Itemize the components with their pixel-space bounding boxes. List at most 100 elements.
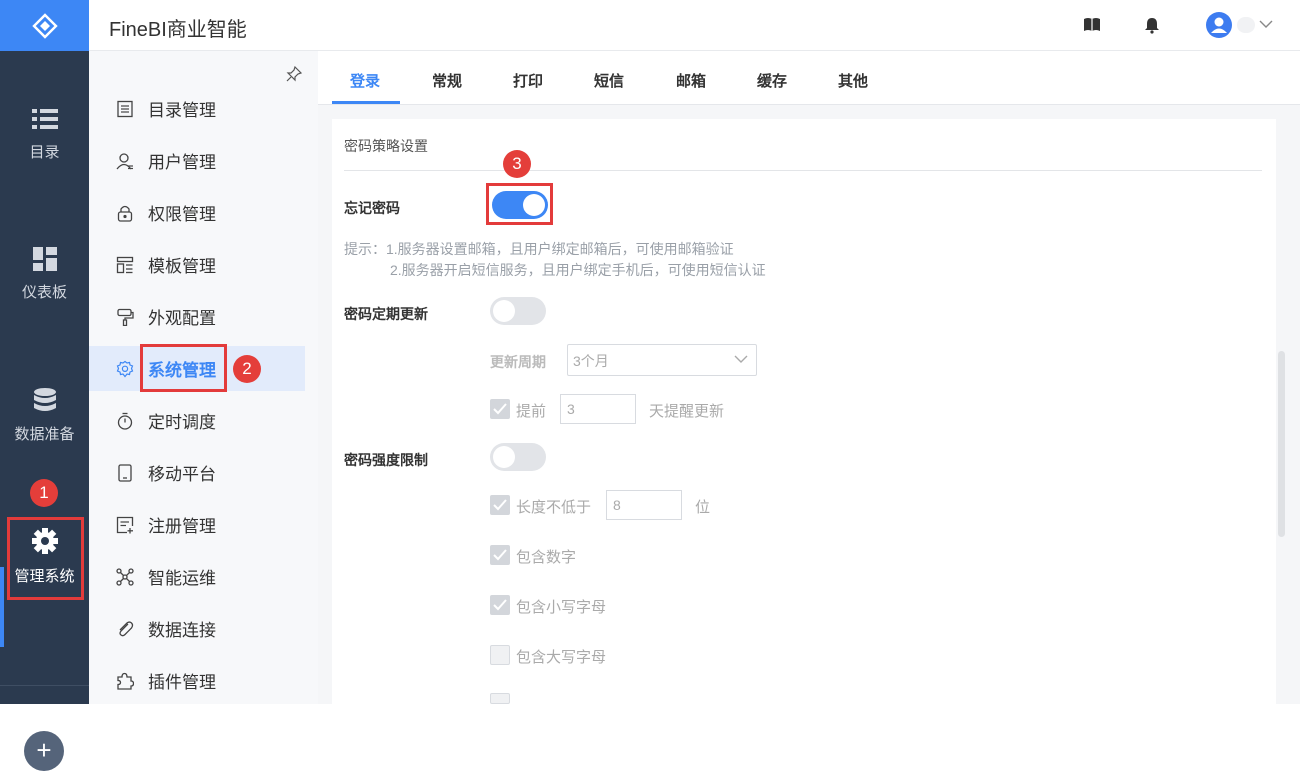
rule-lowercase-label: 包含小写字母	[516, 599, 607, 616]
tab-sms[interactable]: 短信	[594, 70, 624, 91]
highlight-box-system	[140, 344, 227, 392]
rule-uppercase-checkbox[interactable]	[490, 645, 510, 665]
scrollbar-thumb[interactable]	[1278, 351, 1285, 537]
tab-bar: 登录 常规 打印 短信 邮箱 缓存 其他	[318, 51, 1300, 105]
main-content: 登录 常规 打印 短信 邮箱 缓存 其他 密码策略设置 忘记密码 提示：1.服务…	[318, 51, 1300, 704]
nav-item-templates[interactable]: 模板管理	[89, 242, 305, 287]
add-button[interactable]: +	[24, 731, 64, 771]
check-icon	[493, 599, 507, 611]
check-icon	[493, 549, 507, 561]
nav-item-registration[interactable]: 注册管理	[89, 502, 305, 547]
highlight-box-toggle	[486, 183, 553, 225]
rail-item-catalog[interactable]: 目录	[0, 107, 89, 162]
list-icon	[31, 109, 58, 129]
update-cycle-value: 3个月	[573, 353, 609, 369]
nav-item-mobile[interactable]: 移动平台	[89, 450, 305, 495]
nav-item-label: 移动平台	[148, 465, 216, 484]
app-title: FineBI商业智能	[109, 19, 247, 41]
nav-item-ops[interactable]: 智能运维	[89, 554, 305, 599]
nav-item-permissions[interactable]: 权限管理	[89, 190, 305, 235]
remind-prefix: 提前	[516, 403, 547, 420]
step-badge-3: 3	[503, 150, 531, 178]
periodic-update-toggle[interactable]	[490, 297, 546, 325]
check-icon	[493, 403, 507, 415]
tab-cache[interactable]: 缓存	[757, 70, 787, 91]
tablet-icon	[115, 463, 135, 483]
nav-item-label: 数据连接	[148, 621, 216, 640]
nav-item-label: 权限管理	[148, 205, 216, 224]
register-icon	[115, 515, 135, 535]
user-icon	[1211, 17, 1227, 33]
template-icon	[115, 255, 135, 275]
rail-item-dashboard[interactable]: 仪表板	[0, 247, 89, 302]
remind-checkbox[interactable]	[490, 399, 510, 419]
step-badge-2: 2	[233, 355, 261, 383]
nav-item-label: 定时调度	[148, 413, 216, 432]
update-cycle-label: 更新周期	[490, 354, 546, 370]
nav-item-catalog[interactable]: 目录管理	[89, 86, 305, 131]
catalog-icon	[115, 99, 135, 119]
rule-next-checkbox[interactable]	[490, 693, 510, 704]
nav-item-users[interactable]: 用户管理	[89, 138, 305, 183]
min-length-suffix: 位	[695, 499, 711, 516]
brush-icon	[115, 307, 135, 327]
min-length-checkbox[interactable]	[490, 495, 510, 515]
periodic-update-label: 密码定期更新	[344, 306, 428, 322]
dashboard-icon	[32, 247, 57, 271]
nav-item-label: 用户管理	[148, 153, 216, 172]
network-icon	[115, 567, 135, 587]
left-rail: 目录 仪表板 数据准备 管理系统 +	[0, 51, 89, 771]
nav-item-label: 插件管理	[148, 673, 216, 692]
rule-digits-checkbox[interactable]	[490, 545, 510, 565]
logo[interactable]	[0, 0, 89, 51]
rule-uppercase-label: 包含大写字母	[516, 649, 607, 666]
rail-item-label: 目录	[29, 144, 60, 161]
tab-general[interactable]: 常规	[432, 70, 462, 91]
rule-lowercase-checkbox[interactable]	[490, 595, 510, 615]
bell-icon[interactable]	[1143, 16, 1161, 34]
forgot-password-label: 忘记密码	[344, 200, 400, 216]
tab-underline	[332, 101, 400, 104]
lock-icon	[115, 203, 135, 223]
hint-line-1: 提示：1.服务器设置邮箱，且用户绑定邮箱后，可使用邮箱验证	[344, 241, 734, 257]
book-icon[interactable]	[1083, 16, 1101, 34]
toggle-knob	[493, 446, 515, 468]
nav-item-label: 注册管理	[148, 517, 216, 536]
remind-days-input[interactable]: 3	[560, 394, 636, 424]
pin-icon[interactable]	[286, 66, 302, 82]
tab-other[interactable]: 其他	[838, 70, 868, 91]
step-badge-1: 1	[30, 479, 58, 507]
user-name-blurred[interactable]	[1237, 17, 1255, 33]
database-icon	[33, 388, 56, 411]
nav-item-data-connection[interactable]: 数据连接	[89, 606, 305, 651]
nav-item-label: 目录管理	[148, 101, 216, 120]
section-title: 密码策略设置	[344, 138, 428, 154]
rail-item-data-prep[interactable]: 数据准备	[0, 387, 89, 444]
avatar[interactable]	[1206, 12, 1232, 38]
rule-digits-label: 包含数字	[516, 549, 577, 566]
nav-item-label: 模板管理	[148, 257, 216, 276]
check-icon	[493, 499, 507, 511]
nav-item-appearance[interactable]: 外观配置	[89, 294, 305, 339]
top-bar: FineBI商业智能	[0, 0, 1300, 51]
min-length-prefix: 长度不低于	[516, 499, 592, 516]
timer-icon	[115, 411, 135, 431]
tab-email[interactable]: 邮箱	[676, 70, 706, 91]
chevron-down-icon[interactable]	[1259, 19, 1273, 29]
gear-icon	[115, 359, 135, 379]
min-length-input[interactable]: 8	[606, 490, 682, 520]
rail-item-label: 仪表板	[21, 284, 67, 301]
tab-print[interactable]: 打印	[513, 70, 543, 91]
nav-item-scheduler[interactable]: 定时调度	[89, 398, 305, 443]
link-icon	[115, 619, 135, 639]
puzzle-icon	[115, 671, 135, 691]
update-cycle-select[interactable]: 3个月	[567, 344, 757, 376]
nav-item-plugins[interactable]: 插件管理	[89, 658, 305, 703]
toggle-knob	[493, 300, 515, 322]
strength-toggle[interactable]	[490, 443, 546, 471]
section-divider	[344, 170, 1262, 171]
tab-login[interactable]: 登录	[350, 70, 380, 91]
settings-panel: 密码策略设置 忘记密码 提示：1.服务器设置邮箱，且用户绑定邮箱后，可使用邮箱验…	[332, 119, 1276, 704]
rail-divider	[0, 685, 89, 686]
strength-label: 密码强度限制	[344, 452, 428, 468]
